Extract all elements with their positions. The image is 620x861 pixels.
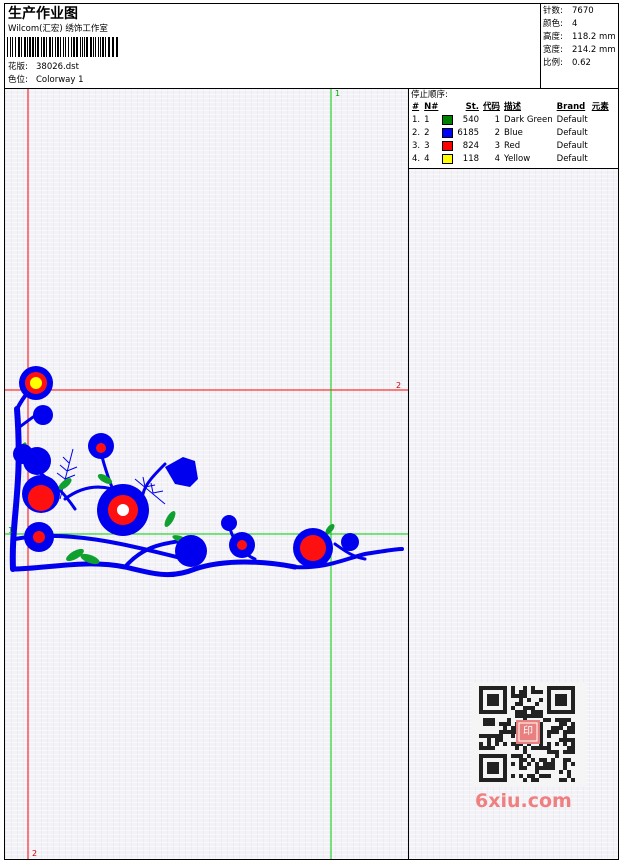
barcode	[7, 37, 118, 57]
row-index: 1.	[412, 115, 421, 125]
stop-row: 4. 4 118 4 Yellow Default	[410, 153, 611, 166]
row-stitches: 118	[462, 154, 480, 164]
height-label: 高度:	[543, 32, 563, 42]
row-stitches: 824	[462, 141, 480, 151]
scale-value: 0.62	[572, 58, 591, 68]
row-brand: Default	[556, 115, 588, 125]
row-needle: 4	[424, 154, 430, 164]
col-swatch	[440, 101, 455, 114]
row-brand: Default	[556, 154, 588, 164]
row-brand: Default	[556, 128, 588, 138]
guide-label-green-left: 1	[8, 526, 14, 535]
table-divider	[408, 168, 619, 169]
color-swatch	[442, 140, 454, 151]
width-value: 214.2 mm	[572, 45, 616, 55]
watermark: 印 6xiu.com	[471, 682, 586, 812]
col-code: 代码	[483, 102, 501, 112]
stitches-value: 7670	[572, 6, 594, 16]
row-description: Blue	[504, 128, 523, 138]
stats-divider	[540, 3, 541, 88]
row-index: 3.	[412, 141, 421, 151]
row-index: 2.	[412, 128, 421, 138]
row-stitches: 6185	[457, 128, 480, 138]
table-header-row: # N# St. 代码 描述 Brand 元素	[410, 101, 611, 114]
guide-label-green-top: 1	[335, 89, 341, 98]
page-title: 生产作业图	[8, 6, 78, 22]
row-element	[590, 140, 611, 153]
row-code: 4	[494, 154, 501, 164]
height-value: 118.2 mm	[572, 32, 616, 42]
color-swatch	[442, 153, 454, 164]
col-brand: Brand	[556, 102, 586, 112]
row-stitches: 540	[462, 115, 480, 125]
stop-row: 1. 1 540 1 Dark Green Default	[410, 114, 611, 127]
watermark-seal: 印	[523, 726, 533, 737]
stop-sequence-table: # N# St. 代码 描述 Brand 元素 1. 1 540 1 Dark Gree…	[410, 101, 611, 166]
row-description: Dark Green	[504, 115, 553, 125]
company-name: Wilcom(汇宏) 绣饰工作室	[8, 24, 108, 34]
colors-value: 4	[572, 19, 578, 29]
guide-label-red-right: 2	[396, 381, 402, 390]
embroidery-design	[5, 89, 408, 859]
row-swatch	[440, 114, 455, 127]
watermark-text: 6xiu.com	[475, 790, 572, 812]
row-swatch	[440, 140, 455, 153]
production-sheet: 生产作业图 Wilcom(汇宏) 绣饰工作室 花版: 38026.dst 色位:…	[0, 0, 620, 861]
row-swatch	[440, 127, 455, 140]
stop-row: 3. 3 824 3 Red Default	[410, 140, 611, 153]
row-index: 4.	[412, 154, 421, 164]
row-needle: 1	[424, 115, 430, 125]
row-description: Yellow	[504, 154, 531, 164]
stop-sequence-title: 停止顺序:	[411, 90, 448, 100]
color-swatch	[442, 114, 454, 125]
design-file: 38026.dst	[36, 62, 79, 72]
row-code: 3	[494, 141, 501, 151]
stop-row: 2. 2 6185 2 Blue Default	[410, 127, 611, 140]
colorway-label: 色位:	[8, 75, 28, 85]
scale-label: 比例:	[543, 58, 563, 68]
col-element: 元素	[591, 102, 609, 112]
col-stitches: St.	[465, 102, 480, 112]
row-element	[590, 153, 611, 166]
width-label: 宽度:	[543, 45, 563, 55]
design-label: 花版:	[8, 62, 28, 72]
row-element	[590, 114, 611, 127]
row-needle: 2	[424, 128, 430, 138]
col-description: 描述	[504, 102, 522, 112]
row-swatch	[440, 153, 455, 166]
col-index: #	[412, 102, 420, 112]
guide-label-red-bottom: 2	[32, 849, 38, 858]
row-element	[590, 127, 611, 140]
row-needle: 3	[424, 141, 430, 151]
row-brand: Default	[556, 141, 588, 151]
color-swatch	[442, 127, 454, 138]
stitches-label: 针数:	[543, 6, 563, 16]
row-code: 1	[494, 115, 501, 125]
colorway-value: Colorway 1	[36, 75, 84, 85]
colors-label: 颜色:	[543, 19, 563, 29]
row-code: 2	[494, 128, 501, 138]
row-description: Red	[504, 141, 521, 151]
col-needle: N#	[424, 102, 439, 112]
